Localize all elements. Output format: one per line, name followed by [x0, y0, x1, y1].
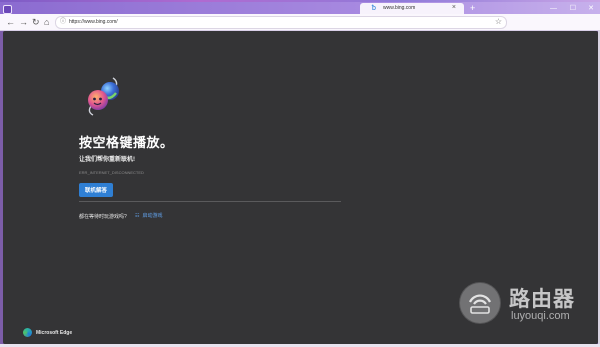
watermark-url: luyouqi.com: [511, 310, 570, 322]
router-logo-icon: [459, 282, 501, 324]
surf-character-illustration: [88, 77, 119, 116]
home-icon[interactable]: ⌂: [44, 17, 49, 27]
forward-icon[interactable]: →: [19, 17, 28, 27]
address-bar[interactable]: ⓘ https://www.bing.com/ ☆: [55, 16, 507, 29]
url-text[interactable]: https://www.bing.com/: [69, 19, 118, 26]
address-toolbar: ← → ↻ ⌂ ⓘ https://www.bing.com/ ☆: [0, 14, 600, 31]
brand-name: Microsoft Edge: [36, 330, 73, 336]
maximize-icon[interactable]: ☐: [570, 5, 576, 12]
page-title: 按空格键播放。: [79, 135, 174, 150]
waiting-question: 都在等待时玩游戏吗?: [79, 214, 127, 220]
favorite-icon[interactable]: ☆: [495, 17, 502, 27]
refresh-icon[interactable]: ↻: [32, 17, 40, 27]
tab-title: www.bing.com: [383, 5, 416, 11]
watermark: 路由器 luyouqi.com: [455, 280, 590, 330]
edge-logo-icon: [23, 328, 32, 337]
troubleshoot-button[interactable]: 联机解答: [79, 183, 113, 197]
start-game-link[interactable]: ☷ 启动游戏: [135, 212, 163, 219]
divider: [79, 201, 341, 202]
bing-favicon-icon: ᵬ: [372, 5, 376, 12]
info-icon[interactable]: ⓘ: [60, 18, 66, 27]
close-window-icon[interactable]: ✕: [588, 5, 594, 12]
back-icon[interactable]: ←: [6, 17, 15, 27]
game-controller-icon: ☷: [135, 213, 140, 219]
workspaces-icon[interactable]: [3, 5, 12, 14]
minimize-icon[interactable]: —: [550, 5, 557, 12]
new-tab-button[interactable]: +: [470, 3, 475, 13]
start-game-label: 启动游戏: [142, 213, 163, 219]
page-subtitle: 让我们帮你重新联机!: [79, 157, 135, 163]
tab-bar: ᵬ www.bing.com × + — ☐ ✕: [0, 2, 600, 15]
tab-close-icon[interactable]: ×: [452, 4, 456, 12]
watermark-title: 路由器: [509, 288, 575, 311]
error-code: ERR_INTERNET_DISCONNECTED: [79, 170, 144, 175]
